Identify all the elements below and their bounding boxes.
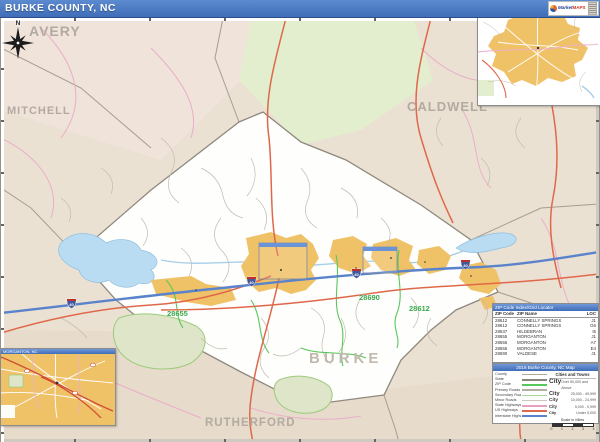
legend-line-swatch (522, 389, 547, 391)
brand-wordmark: MarketMAPS (558, 6, 586, 11)
scale-tick: 4 (593, 427, 595, 431)
legend-road-items: County State ZIP Code Primary Ro (495, 372, 547, 431)
column-zip-code: ZIP Code (495, 311, 517, 317)
scale-ticks: 0 1 2 3 4 (551, 427, 595, 431)
county-label-mitchell: MITCHELL (7, 105, 71, 117)
zip-index-header: ZIP Code Index/Grid Locator (493, 304, 598, 311)
scale-tick: 1 (561, 427, 563, 431)
city-size-row: City 10,000 - 24,999 (549, 397, 596, 404)
legend-item-label: Interstate Highways (495, 414, 521, 419)
scale-tick: 2 (572, 427, 574, 431)
map-poster: BURKE COUNTY, NC MarketMAPS (0, 0, 600, 442)
brand-market: Market (558, 5, 573, 10)
legend-line-swatch (522, 410, 547, 412)
legend-line-swatch (522, 415, 547, 417)
city-size-label: City (549, 410, 556, 416)
scale-bar: Scale in Miles 01234 (549, 418, 596, 431)
compass-north-label: N (16, 20, 21, 27)
city-size-row: City Over 50,000 and Above (549, 379, 596, 391)
city-size-label: City (549, 379, 561, 385)
legend-line-swatch (522, 374, 547, 376)
column-zip-name: ZIP Name (517, 311, 584, 317)
legend-line-swatch (522, 384, 547, 386)
legend-item: Interstate Highways (495, 414, 547, 419)
cell-loc: J1 (584, 351, 596, 357)
city-size-range: Under 5,000 (576, 410, 596, 416)
county-label-burke: BURKE (309, 350, 382, 367)
zip-label-28690: 28690 (359, 293, 380, 302)
zip-table-body: 28612 CONNELLY SPRINGS J1 28612 CONNELLY… (493, 318, 598, 357)
city-size-row: City Under 5,000 (549, 410, 596, 416)
table-row: 28690 VALDESE J1 (493, 351, 598, 357)
county-label-rutherford: RUTHERFORD (205, 417, 296, 429)
city-size-range: Over 50,000 and Above (561, 379, 596, 391)
interstate-shield-number: 40 (463, 263, 468, 268)
county-label-caldwell: CALDWELL (407, 99, 488, 114)
column-loc: LOC (584, 311, 596, 317)
inset-bottom-left-canvas (1, 349, 113, 418)
title-bar: BURKE COUNTY, NC (0, 0, 600, 18)
legend-line-swatch (522, 400, 547, 402)
inset-title-bar: MORGANTON, NC (1, 349, 115, 354)
cell-zip: 28690 (495, 351, 517, 357)
cell-name: VALDESE (517, 351, 584, 357)
county-label-avery: AVERY (29, 23, 81, 39)
inset-map-bottom-left: MORGANTON, NC (0, 348, 116, 426)
zip-label-28612: 28612 (409, 304, 430, 313)
scale-tick: 3 (582, 427, 584, 431)
legend-line-swatch (522, 379, 547, 381)
map-legend-panel: 2016 Burke County, NC Map County State (492, 363, 599, 424)
city-size-range: 10,000 - 24,999 (571, 397, 596, 403)
city-size-label: City (549, 391, 560, 397)
zip-label-28655: 28655 (167, 309, 188, 318)
city-size-rows: City Over 50,000 and Above City 25,000 -… (549, 379, 596, 416)
brand-maps: MAPS (573, 5, 586, 10)
scale-tick: 0 (551, 427, 553, 431)
interstate-shield-number: 40 (249, 280, 254, 285)
legend-line-swatch (522, 395, 547, 397)
zip-code-index-panel: ZIP Code Index/Grid Locator ZIP Code ZIP… (492, 303, 599, 363)
interstate-shield-number: 40 (69, 302, 74, 307)
brand-logo: MarketMAPS (548, 1, 599, 16)
globe-icon (550, 5, 557, 12)
brand-stamp (588, 2, 597, 15)
compass-rose: N (1, 18, 35, 60)
legend-header: 2016 Burke County, NC Map (493, 364, 598, 371)
page-title: BURKE COUNTY, NC (5, 2, 116, 14)
zip-table-column-headers: ZIP Code ZIP Name LOC (493, 311, 598, 318)
interstate-shield-number: 40 (354, 272, 359, 277)
legend-line-swatch (522, 405, 547, 407)
